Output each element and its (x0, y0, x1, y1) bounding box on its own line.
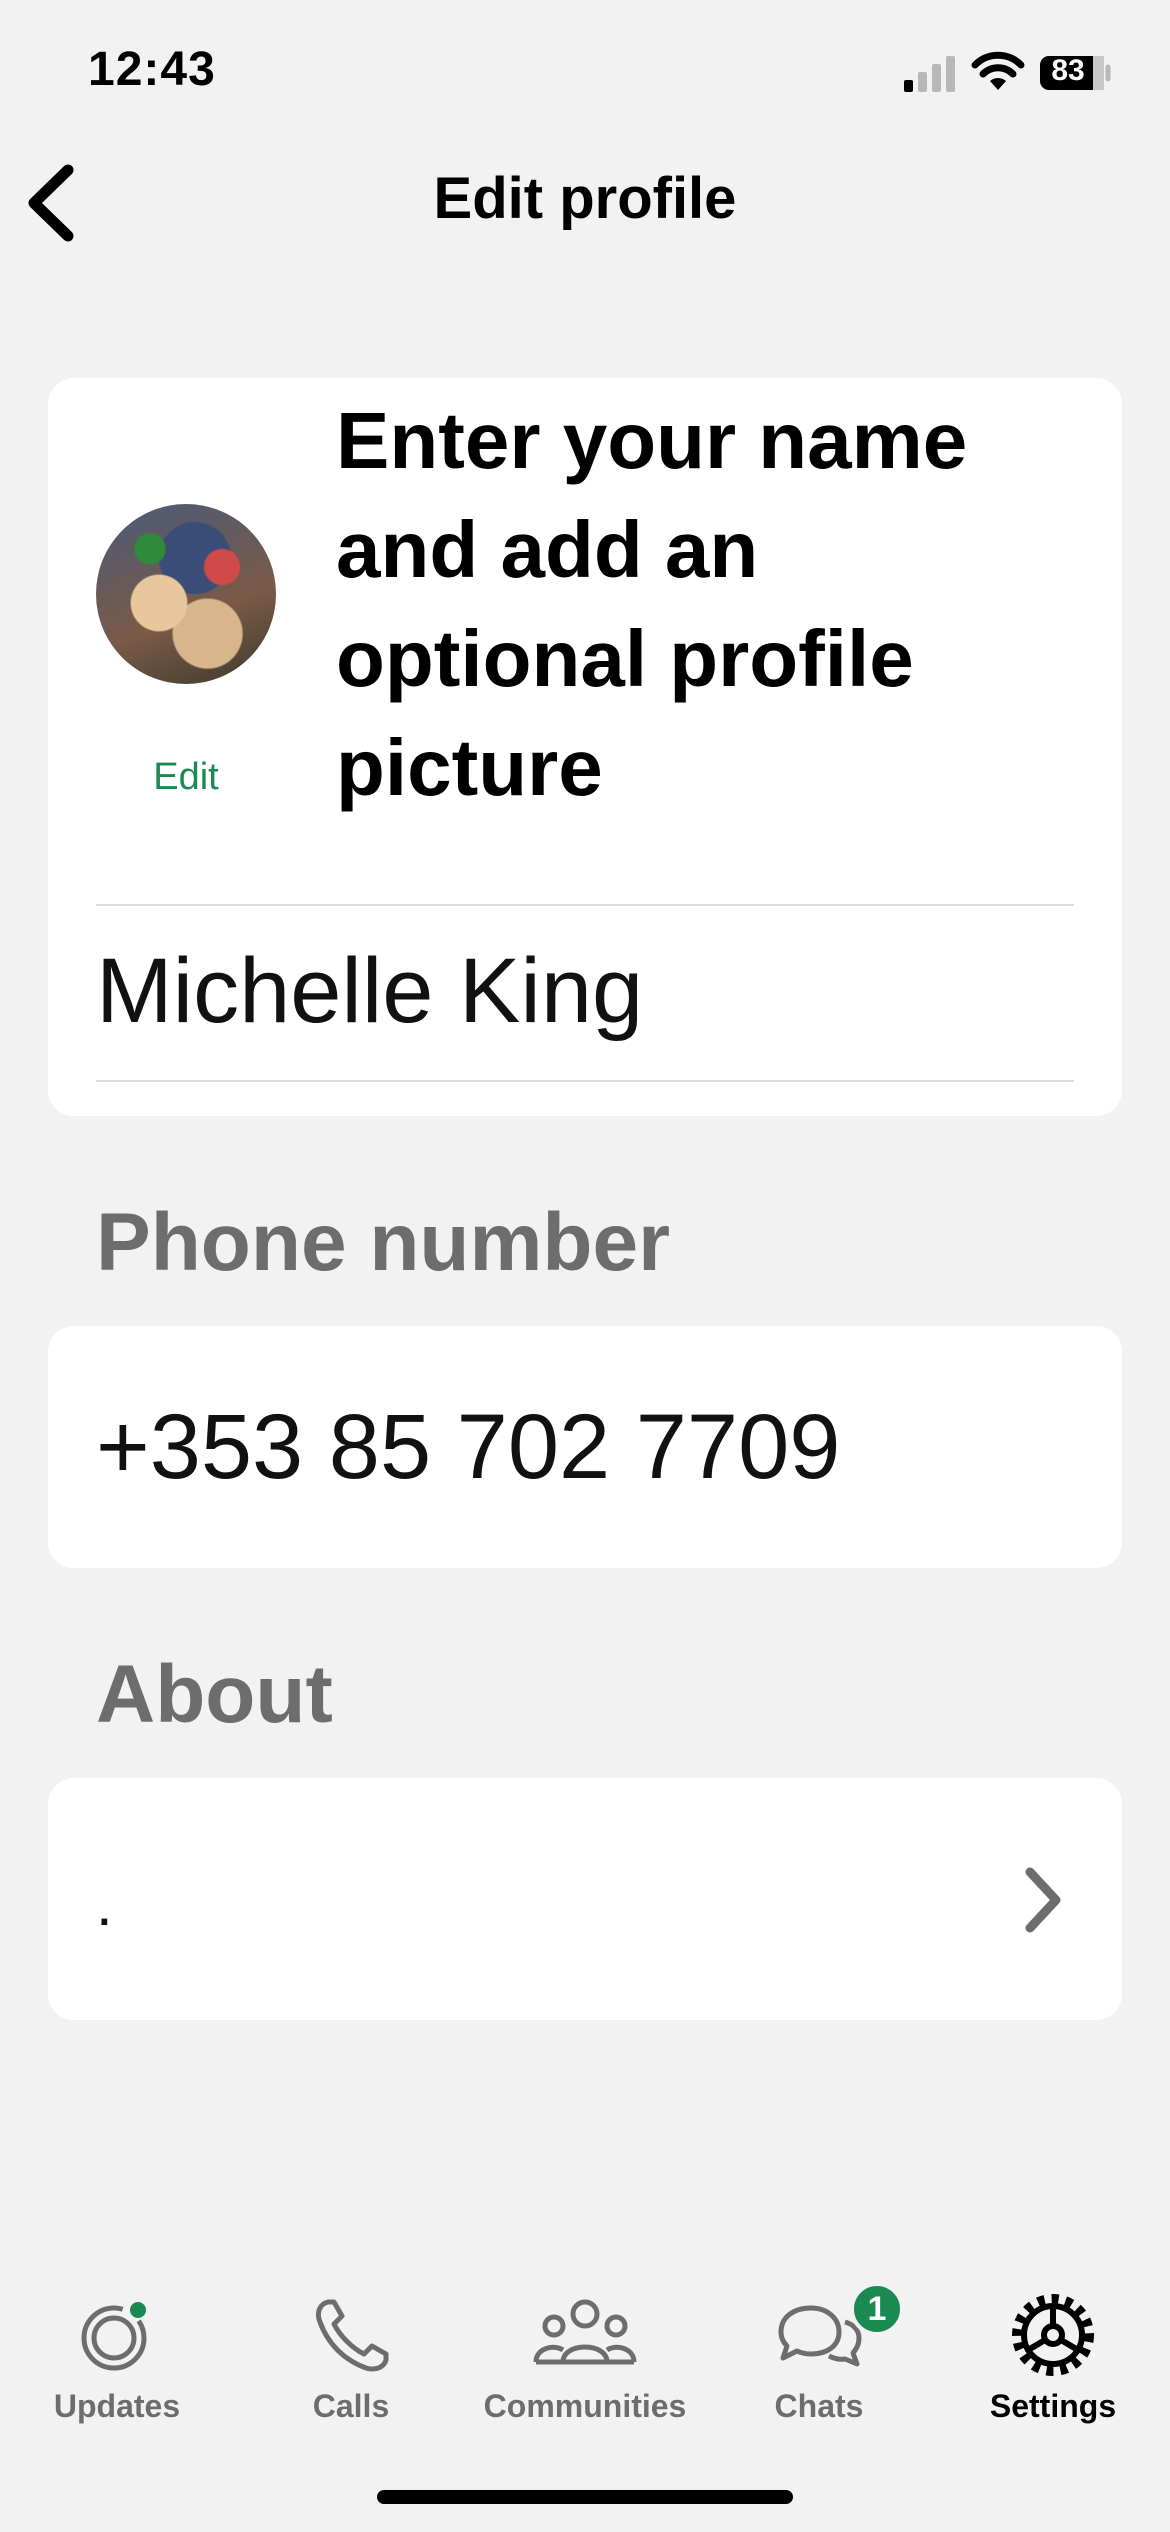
divider (96, 904, 1074, 906)
phone-icon (315, 2299, 389, 2372)
profile-card: Edit Enter your name and add an optional… (48, 378, 1122, 1116)
phone-number-value: +353 85 702 7709 (96, 1396, 841, 1498)
updates-icon (81, 2302, 147, 2371)
edit-profile-screen: 12:43 83 Edit profile Edit Enter your na… (0, 0, 1170, 2532)
chevron-right-icon (1025, 1867, 1061, 1933)
settings-gear-icon (1012, 2294, 1094, 2376)
tab-label: Communities (483, 2388, 687, 2424)
communities-icon (533, 2299, 637, 2365)
home-indicator (377, 2490, 793, 2504)
tab-updates[interactable]: Updates (0, 2290, 234, 2450)
cellular-signal-icon (904, 56, 955, 92)
tab-calls[interactable]: Calls (234, 2290, 468, 2450)
about-section-header: About (96, 1649, 333, 1740)
tab-label: Settings (989, 2388, 1117, 2424)
avatar-edit-button[interactable]: Edit (96, 756, 276, 799)
tab-communities[interactable]: Communities (468, 2290, 702, 2450)
phone-section-header: Phone number (96, 1197, 671, 1288)
profile-avatar[interactable] (96, 504, 276, 684)
profile-instruction-text: Enter your name and add an optional prof… (336, 396, 968, 812)
divider (96, 1080, 1074, 1082)
page-title: Edit profile (433, 166, 737, 231)
tab-bar: Updates Calls Communities 1 Chats Settin… (0, 2282, 1170, 2490)
tab-label: Chats (774, 2388, 864, 2424)
tab-settings[interactable]: Settings (936, 2290, 1170, 2450)
name-field[interactable]: Michelle King (96, 936, 1076, 1046)
tab-label: Updates (53, 2388, 181, 2424)
tab-label: Calls (312, 2388, 390, 2424)
wifi-icon (971, 51, 1025, 90)
phone-card: +353 85 702 7709 (48, 1326, 1122, 1568)
about-row[interactable]: . (48, 1778, 1122, 2020)
chats-unread-badge: 1 (850, 2282, 904, 2336)
about-value: . (96, 1871, 113, 1938)
status-time: 12:43 (88, 43, 216, 96)
tab-chats[interactable]: 1 Chats (702, 2282, 936, 2450)
battery-level: 83 (1051, 54, 1085, 87)
